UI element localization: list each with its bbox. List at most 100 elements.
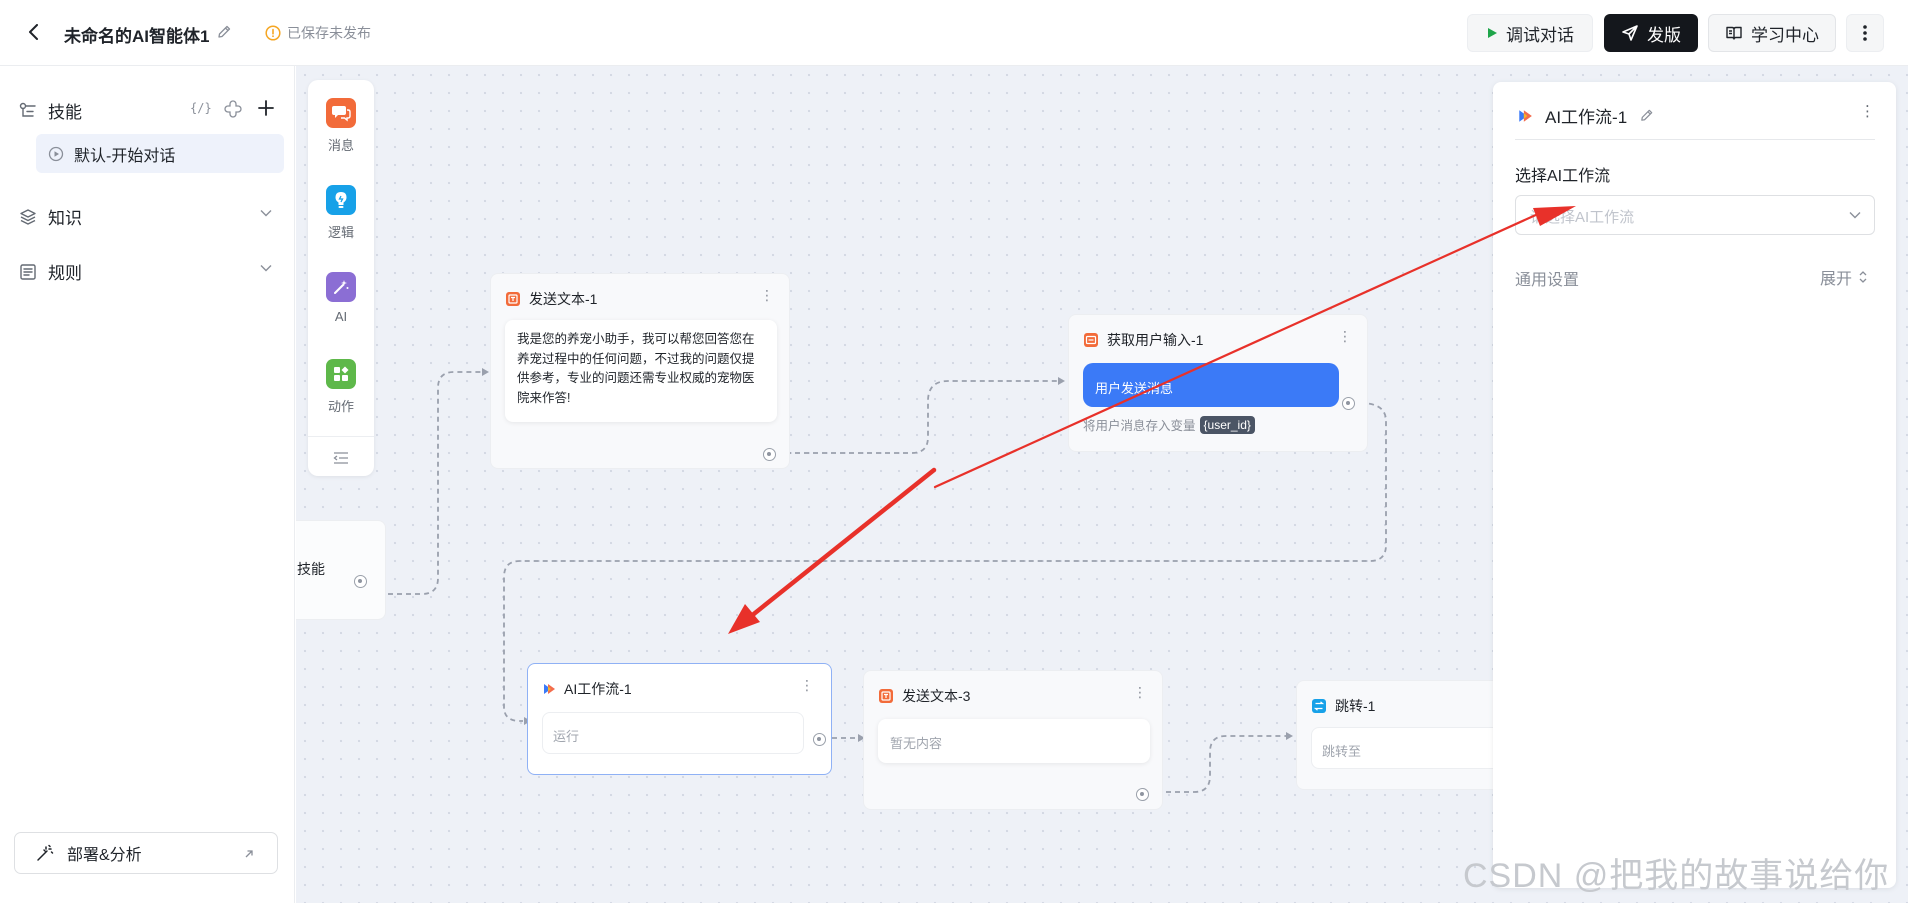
- workflow-select[interactable]: 请选择AI工作流: [1515, 195, 1875, 235]
- send-text-node-3[interactable]: 发送文本-3 ⋮ 暂无内容: [863, 670, 1163, 810]
- node-title: AI工作流-1: [564, 681, 632, 697]
- book-icon: [1726, 26, 1742, 40]
- node-title: 发送文本-1: [529, 291, 598, 307]
- edit-pencil-icon[interactable]: [1639, 108, 1654, 123]
- panel-more-icon[interactable]: ⋮: [1860, 102, 1875, 120]
- more-vertical-icon[interactable]: [1846, 14, 1884, 52]
- publish-button[interactable]: 发版: [1604, 14, 1698, 52]
- magic-wand-icon: [37, 844, 54, 861]
- node-more-icon[interactable]: ⋮: [1133, 685, 1147, 699]
- node-title: 获取用户输入-1: [1107, 332, 1204, 348]
- node-header: 发送文本-3: [878, 686, 970, 706]
- general-settings-label: 通用设置: [1515, 272, 1580, 289]
- get-user-input-node[interactable]: 获取用户输入-1 ⋮ 用户发送消息 将用户消息存入变量 {user_id}: [1068, 314, 1368, 452]
- output-port[interactable]: [813, 733, 826, 746]
- skill-item-default-start[interactable]: 默认-开始对话: [36, 134, 284, 173]
- jump-icon: [1312, 699, 1326, 713]
- chevron-down-icon[interactable]: [259, 208, 273, 218]
- ai-workflow-node[interactable]: AI工作流-1 ⋮ 运行: [527, 663, 832, 775]
- document-list-icon: [20, 263, 36, 280]
- jump-node[interactable]: 跳转-1 跳转至: [1296, 680, 1531, 790]
- message-content[interactable]: 我是您的养宠小助手，我可以帮您回答您在养宠过程中的任何问题，不过我的问题仅提供参…: [505, 320, 777, 422]
- rules-label: 规则: [48, 264, 82, 283]
- collapse-toolbox-icon[interactable]: [333, 451, 349, 465]
- skills-label: 技能: [48, 103, 82, 122]
- panel-title: AI工作流-1: [1545, 108, 1628, 127]
- add-skill-plus-icon[interactable]: [257, 99, 275, 117]
- toolbox-message[interactable]: 消息: [308, 98, 374, 154]
- send-text-icon: [506, 292, 520, 306]
- node-title: 发送文本-3: [902, 688, 971, 704]
- expand-collapse-icon: [1859, 271, 1867, 283]
- toolbox-action-label: 动作: [327, 399, 354, 414]
- node-more-icon[interactable]: ⋮: [800, 678, 814, 692]
- debug-chat-button[interactable]: 调试对话: [1467, 14, 1593, 52]
- node-title: 跳转-1: [1335, 698, 1376, 714]
- variable-caption: 将用户消息存入变量 {user_id}: [1083, 415, 1255, 434]
- variable-tag[interactable]: {user_id}: [1199, 415, 1255, 434]
- learning-center-button[interactable]: 学习中心: [1708, 14, 1836, 52]
- knowledge-section-header[interactable]: 知识: [18, 204, 82, 229]
- node-more-icon[interactable]: ⋮: [1338, 329, 1352, 343]
- save-status-text: 已保存未发布: [287, 25, 371, 41]
- start-node[interactable]: 技能: [296, 520, 386, 620]
- send-text-node-1[interactable]: 发送文本-1 ⋮ 我是您的养宠小助手，我可以帮您回答您在养宠过程中的任何问题，不…: [490, 273, 790, 469]
- user-input-icon: [1084, 333, 1098, 347]
- start-node-label: 技能: [297, 561, 325, 577]
- warning-circle-icon: [265, 25, 281, 41]
- top-bar: 未命名的AI智能体1 已保存未发布 调试对话 发版 学习中心: [0, 0, 1908, 66]
- edit-title-pencil-icon[interactable]: [216, 24, 232, 40]
- publish-label: 发版: [1647, 25, 1681, 45]
- deploy-analytics-label: 部署&分析: [67, 847, 142, 864]
- toolbox-ai-label: AI: [334, 309, 348, 324]
- magic-wand-icon: [326, 272, 356, 302]
- plugin-icon[interactable]: [224, 100, 242, 118]
- action-icon: [326, 359, 356, 389]
- deploy-analytics-button[interactable]: 部署&分析: [14, 832, 278, 874]
- config-panel: AI工作流-1 ⋮ 选择AI工作流 请选择AI工作流 通用设置 展开: [1493, 82, 1896, 888]
- toolbox-logic-label: 逻辑: [327, 225, 354, 240]
- node-more-icon[interactable]: ⋮: [760, 288, 774, 302]
- output-port[interactable]: [763, 448, 776, 461]
- debug-chat-label: 调试对话: [1506, 25, 1574, 45]
- node-header: 跳转-1: [1311, 696, 1375, 716]
- panel-divider: [1515, 139, 1875, 140]
- skills-section-header[interactable]: 技能: [18, 98, 82, 123]
- play-icon: [1488, 28, 1497, 38]
- workflow-select-placeholder: 请选择AI工作流: [1530, 209, 1635, 226]
- toolbox-message-label: 消息: [327, 138, 354, 153]
- node-header: 发送文本-1: [505, 289, 597, 309]
- ai-workflow-logo-icon: [1519, 109, 1532, 122]
- send-text-icon: [879, 689, 893, 703]
- left-sidebar: [0, 66, 295, 903]
- ai-workflow-logo-icon: [544, 684, 555, 694]
- app-title: 未命名的AI智能体1: [64, 27, 210, 46]
- skill-item-label: 默认-开始对话: [74, 147, 176, 165]
- knowledge-label: 知识: [48, 209, 82, 228]
- send-plane-icon: [1622, 25, 1638, 41]
- output-port[interactable]: [354, 575, 367, 588]
- csdn-watermark: CSDN @把我的故事说给你: [1463, 857, 1890, 895]
- chevron-down-icon[interactable]: [259, 263, 273, 273]
- code-braces-icon[interactable]: {/}: [190, 101, 212, 115]
- node-header: AI工作流-1: [542, 679, 632, 699]
- layers-icon: [20, 208, 36, 225]
- user-message-bubble[interactable]: 用户发送消息: [1083, 363, 1339, 407]
- rules-section-header[interactable]: 规则: [18, 259, 82, 284]
- run-field[interactable]: 运行: [542, 712, 804, 754]
- select-workflow-label: 选择AI工作流: [1515, 168, 1611, 185]
- node-toolbox: 消息 逻辑 AI 动作: [308, 80, 374, 476]
- external-arrow-icon: [245, 850, 253, 858]
- toolbox-action[interactable]: 动作: [308, 359, 374, 415]
- logic-icon: [326, 185, 356, 215]
- expand-toggle[interactable]: 展开: [1820, 265, 1868, 289]
- save-status: 已保存未发布: [265, 23, 371, 43]
- output-port[interactable]: [1136, 788, 1149, 801]
- message-content[interactable]: 暂无内容: [878, 719, 1150, 763]
- toolbox-ai[interactable]: AI: [308, 272, 374, 324]
- expand-label: 展开: [1820, 271, 1853, 288]
- toolbox-logic[interactable]: 逻辑: [308, 185, 374, 241]
- output-port[interactable]: [1342, 397, 1355, 410]
- back-arrow-icon[interactable]: [22, 20, 46, 44]
- variable-caption-text: 将用户消息存入变量: [1083, 419, 1196, 433]
